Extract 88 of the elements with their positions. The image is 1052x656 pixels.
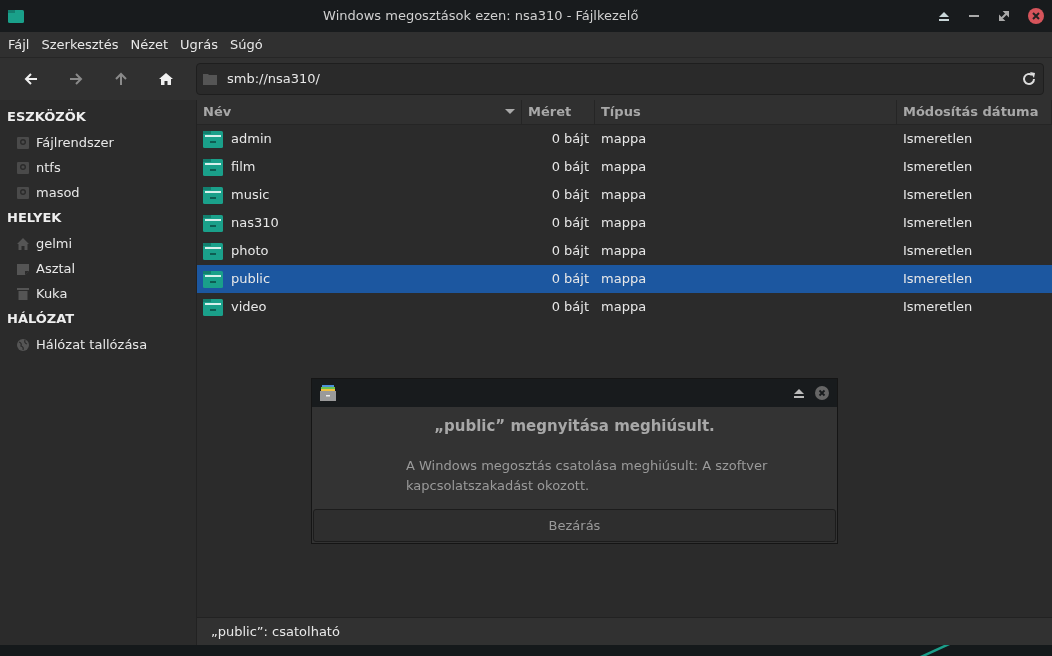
- drive-icon: [16, 160, 30, 175]
- file-name: public: [231, 270, 271, 289]
- column-header[interactable]: Név: [197, 100, 522, 124]
- file-row[interactable]: admin 0 bájt mappa Ismeretlen: [197, 125, 1052, 153]
- drive-icon: [16, 135, 30, 150]
- close-button[interactable]: Bezárás: [313, 509, 836, 542]
- file-name: film: [231, 158, 256, 177]
- file-row[interactable]: film 0 bájt mappa Ismeretlen: [197, 153, 1052, 181]
- status-text: „public”: csatolható: [197, 617, 1052, 645]
- column-header[interactable]: Módosítás dátuma: [897, 100, 1052, 124]
- file-type: mappa: [600, 214, 648, 233]
- file-size: 0 bájt: [550, 158, 590, 177]
- sidebar-item[interactable]: Asztal: [0, 256, 196, 281]
- section-heading: HÁLÓZAT: [6, 310, 76, 328]
- close-icon[interactable]: [815, 386, 829, 400]
- sidebar-item[interactable]: ntfs: [0, 155, 196, 180]
- column-header[interactable]: Méret: [522, 100, 595, 124]
- network-folder-icon: [203, 186, 223, 204]
- network-folder-icon: [203, 242, 223, 260]
- file-row[interactable]: public 0 bájt mappa Ismeretlen: [197, 265, 1052, 293]
- file-size: 0 bájt: [550, 242, 590, 261]
- back-arrow-icon: [22, 71, 39, 87]
- file-date: Ismeretlen: [902, 298, 974, 317]
- reload-icon[interactable]: [1021, 71, 1037, 87]
- file-row[interactable]: nas310 0 bájt mappa Ismeretlen: [197, 209, 1052, 237]
- menu-item[interactable]: Nézet: [124, 34, 175, 55]
- section-heading: ESZKÖZÖK: [6, 108, 87, 126]
- file-row[interactable]: video 0 bájt mappa Ismeretlen: [197, 293, 1052, 321]
- file-date: Ismeretlen: [902, 186, 974, 205]
- section-heading: HELYEK: [6, 209, 63, 227]
- menu-item[interactable]: Szerkesztés: [35, 34, 125, 55]
- file-type: mappa: [600, 298, 648, 317]
- file-type: mappa: [600, 158, 648, 177]
- forward-arrow-icon: [67, 71, 84, 87]
- network-folder-icon: [203, 158, 223, 176]
- eject-icon[interactable]: [937, 11, 950, 21]
- file-name: admin: [231, 130, 272, 149]
- folder-icon: [203, 73, 217, 85]
- file-row[interactable]: music 0 bájt mappa Ismeretlen: [197, 181, 1052, 209]
- location-field[interactable]: smb://nsa310/: [196, 63, 1044, 95]
- menu-item[interactable]: Súgó: [223, 34, 269, 55]
- file-name: video: [231, 298, 267, 317]
- network-folder-icon: [203, 298, 223, 316]
- file-date: Ismeretlen: [902, 242, 974, 261]
- file-type: mappa: [600, 186, 648, 205]
- network-folder-icon: [203, 130, 223, 148]
- drive-icon: [16, 185, 30, 200]
- sidebar-item[interactable]: Hálózat tallózása: [0, 332, 196, 357]
- network-folder-icon: [203, 214, 223, 232]
- sidebar-item[interactable]: gelmi: [0, 231, 196, 256]
- sort-caret-icon: [505, 109, 515, 115]
- file-name: photo: [231, 242, 269, 261]
- folder-icon: [8, 9, 24, 23]
- file-date: Ismeretlen: [902, 270, 974, 289]
- column-header[interactable]: Típus: [595, 100, 897, 124]
- window-title: Windows megosztások ezen: nsa310 - Fájlkezelő: [322, 7, 640, 26]
- file-cabinet-icon: [320, 385, 336, 401]
- eject-icon[interactable]: [793, 388, 805, 398]
- dialog-title: „public” megnyitása meghiúsult.: [433, 416, 716, 437]
- file-type: mappa: [600, 270, 648, 289]
- network-folder-icon: [203, 270, 223, 288]
- file-size: 0 bájt: [550, 270, 590, 289]
- home-icon: [16, 236, 30, 251]
- file-date: Ismeretlen: [902, 214, 974, 233]
- file-size: 0 bájt: [550, 130, 590, 149]
- sidebar-item[interactable]: Fájlrendszer: [0, 130, 196, 155]
- dialog-message: A Windows megosztás csatolása meghiúsult: A szoftver kapcsolatszakadást okozott.: [406, 456, 769, 495]
- home-icon: [157, 71, 174, 87]
- file-size: 0 bájt: [550, 186, 590, 205]
- file-size: 0 bájt: [550, 298, 590, 317]
- file-date: Ismeretlen: [902, 158, 974, 177]
- file-name: nas310: [231, 214, 279, 233]
- globe-icon: [16, 337, 30, 352]
- restore-icon[interactable]: [998, 11, 1009, 21]
- file-name: music: [231, 186, 270, 205]
- close-icon[interactable]: [1028, 8, 1044, 24]
- sidebar-item[interactable]: Kuka: [0, 281, 196, 306]
- minimize-icon[interactable]: [969, 14, 979, 18]
- trash-icon: [16, 286, 30, 301]
- file-type: mappa: [600, 242, 648, 261]
- file-date: Ismeretlen: [902, 130, 974, 149]
- file-row[interactable]: photo 0 bájt mappa Ismeretlen: [197, 237, 1052, 265]
- file-size: 0 bájt: [550, 214, 590, 233]
- menu-item[interactable]: Fájl: [2, 34, 36, 55]
- menu-item[interactable]: Ugrás: [174, 34, 224, 55]
- file-type: mappa: [600, 130, 648, 149]
- desktop-icon: [16, 261, 30, 276]
- sidebar-item[interactable]: masod: [0, 180, 196, 205]
